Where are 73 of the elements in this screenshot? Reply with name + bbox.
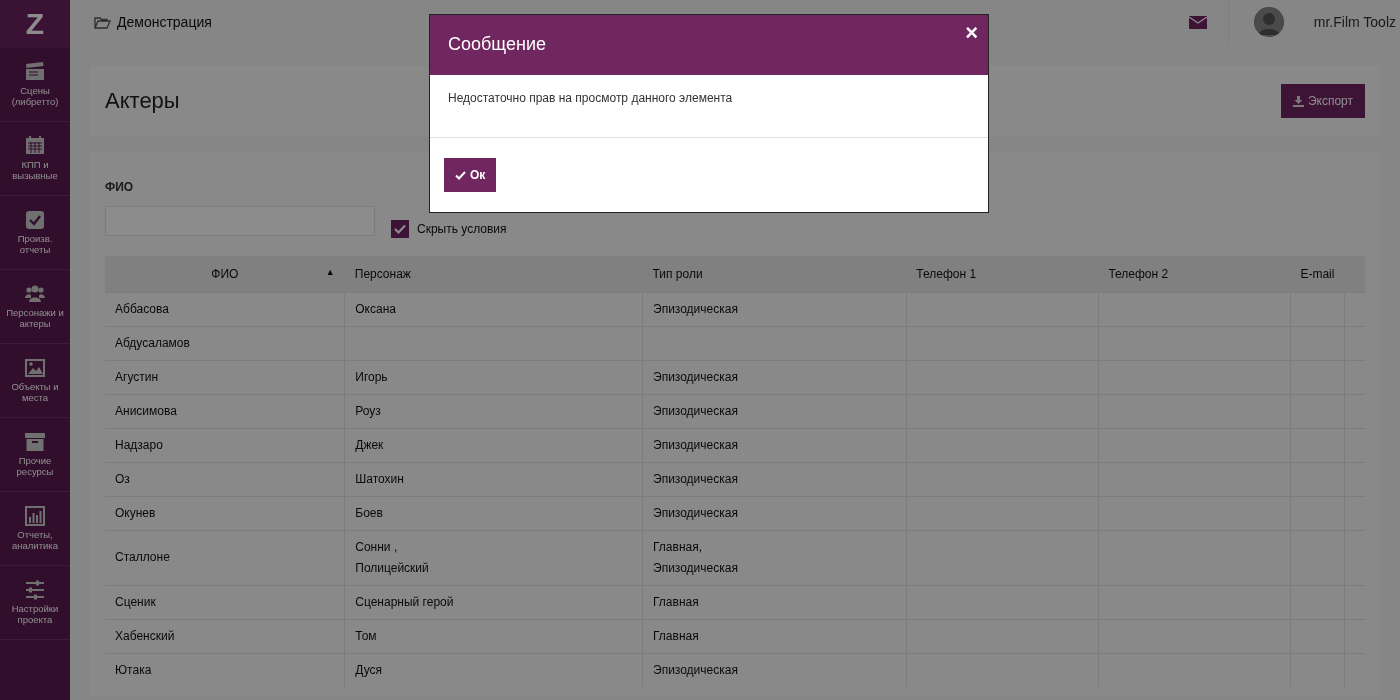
table-cell: Сценарный герой [355, 591, 454, 613]
table-cell: Окунев [115, 502, 156, 524]
page-title: Актеры [105, 87, 180, 115]
sidebar-item[interactable]: КПП и вызывные [0, 122, 70, 196]
table-cell: Эпизодическая [653, 659, 738, 681]
table-cell: Главная, [653, 536, 703, 558]
download-icon [1292, 95, 1304, 107]
ok-button[interactable]: Ок [444, 158, 497, 192]
table-cell: Главная [653, 591, 699, 613]
check-icon [455, 170, 466, 180]
table-cell: Анисимова [115, 400, 177, 422]
check-icon [394, 224, 406, 234]
table-cell: Эпизодическая [653, 557, 738, 579]
sidebar-item[interactable]: Объекты и места [0, 344, 70, 418]
table-cell: Том [355, 625, 377, 647]
table-cell: Игорь [355, 366, 388, 388]
table-cell: Сценик [115, 591, 156, 613]
image-icon [25, 357, 45, 378]
table-cell: Роуз [355, 400, 381, 422]
breadcrumb[interactable]: Демонстрация [94, 11, 212, 33]
sidebar-item[interactable]: Персонажи и актеры [0, 270, 70, 344]
export-button[interactable]: Экспорт [1280, 84, 1365, 118]
checkbox-label[interactable]: Скрыть условия [417, 220, 507, 238]
users-icon [25, 283, 45, 304]
envelope-icon[interactable] [1189, 15, 1208, 29]
sidebar-item[interactable]: Произв. отчеты [0, 196, 70, 270]
bar-chart-icon [25, 505, 45, 526]
table-cell: Ютака [115, 659, 152, 681]
column-header[interactable]: Тип роли [652, 266, 703, 281]
table-cell: Боев [355, 502, 383, 524]
column-header[interactable]: Телефон 1 [916, 266, 977, 281]
table-cell: Эпизодическая [653, 502, 738, 524]
column-header[interactable]: Телефон 2 [1108, 266, 1169, 281]
user-name[interactable]: mr.Film Toolz [1313, 11, 1396, 33]
column-header[interactable]: Персонаж [354, 266, 411, 281]
table-cell: Полицейский [355, 557, 429, 579]
table-cell: Оксана [355, 298, 396, 320]
calendar-icon [25, 135, 45, 156]
table-cell: Главная [653, 625, 699, 647]
table-cell: Сонни , [355, 536, 398, 558]
table-cell: Эпизодическая [653, 366, 738, 388]
table-cell: Сталлоне [115, 547, 170, 568]
sliders-icon [25, 579, 45, 600]
archive-box-icon [25, 431, 45, 452]
field-label: ФИО [105, 179, 135, 196]
clapper-icon [25, 61, 45, 82]
table-cell: Надзаро [115, 434, 163, 456]
logo[interactable]: Z [25, 9, 45, 39]
sidebar-item[interactable]: Прочие ресурсы [0, 418, 70, 492]
table-cell: Абдусаламов [115, 332, 190, 354]
sidebar-item[interactable]: Отчеты, аналитика [0, 492, 70, 566]
table-cell: Эпизодическая [653, 468, 738, 490]
table-cell: Эпизодическая [653, 400, 738, 422]
table-cell: Шатохин [355, 468, 404, 490]
table-cell: Аббасова [115, 298, 169, 320]
checkbox[interactable] [391, 220, 409, 238]
table-cell: Хабенский [115, 625, 175, 647]
table-cell: Джек [355, 434, 384, 456]
table-cell: Агустин [115, 366, 159, 388]
close-button[interactable]: × [965, 22, 978, 44]
avatar-icon[interactable] [1253, 7, 1284, 37]
check-square-icon [25, 209, 45, 230]
dialog-title: Сообщение [448, 34, 546, 56]
dialog-message: Недостаточно прав на просмотр данного элемента [448, 91, 733, 105]
column-header[interactable]: ФИО [211, 266, 239, 281]
sort-indicator[interactable]: ▲ [325, 266, 335, 280]
sidebar-item[interactable]: Настройки проекта [0, 566, 70, 640]
table-cell: Эпизодическая [653, 434, 738, 456]
sidebar-item[interactable]: Сцены (либретто) [0, 48, 70, 122]
folder-icon [94, 15, 111, 29]
table-cell: Оз [115, 468, 130, 490]
table-cell: Эпизодическая [653, 298, 738, 320]
table-cell: Дуся [355, 659, 382, 681]
